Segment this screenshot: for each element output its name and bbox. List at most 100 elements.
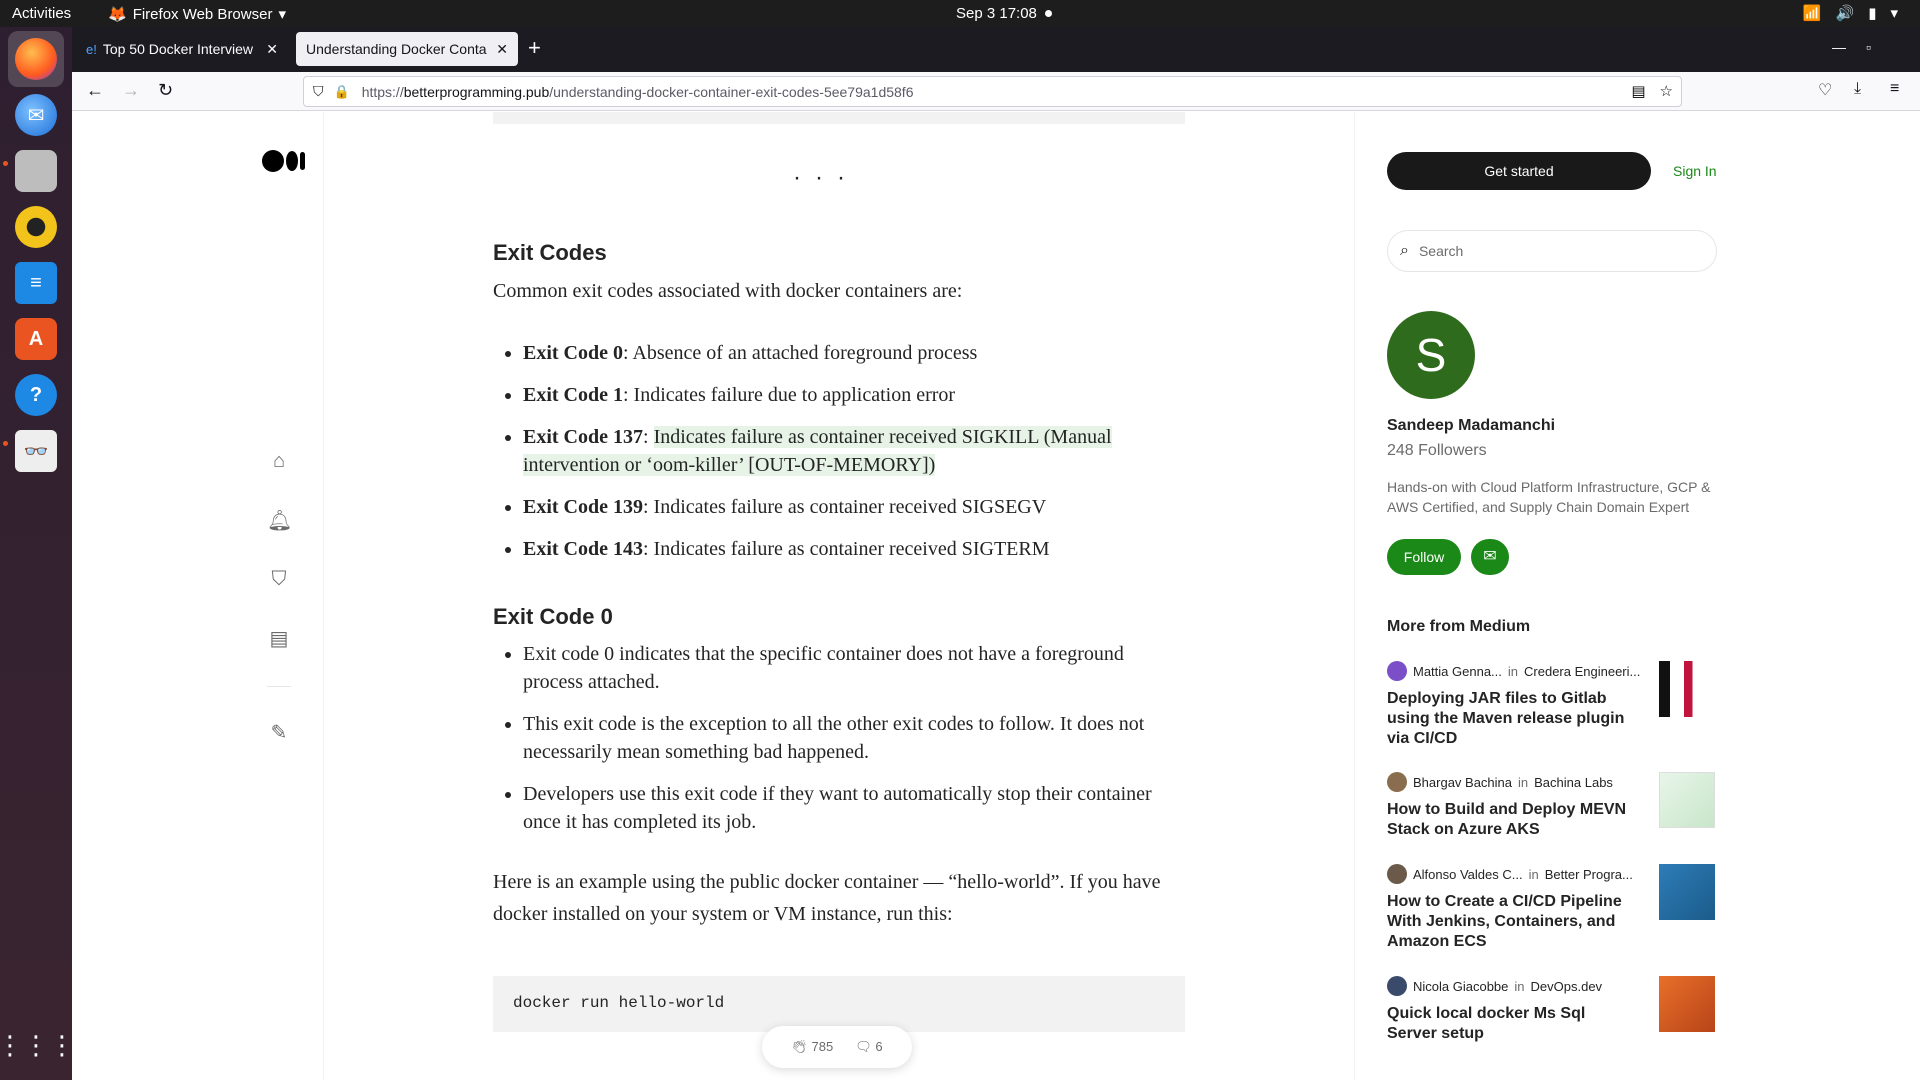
- follower-count[interactable]: 248 Followers: [1387, 442, 1487, 460]
- rec-publication[interactable]: DevOps.dev: [1531, 979, 1603, 994]
- clap-button[interactable]: 👏︎ 785: [791, 1039, 833, 1055]
- dock-software[interactable]: A: [8, 311, 64, 367]
- dock-rhythmbox[interactable]: [8, 199, 64, 255]
- write-icon[interactable]: ✎: [267, 720, 291, 744]
- notification-dot: [1044, 10, 1052, 17]
- recommended-story[interactable]: Alfonso Valdes C... in Better Progra... Ho…: [1387, 864, 1717, 952]
- wifi-icon: 📶: [1802, 5, 1822, 22]
- rec-title[interactable]: Deploying JAR files to Gitlab using the …: [1387, 689, 1637, 749]
- rec-author[interactable]: Alfonso Valdes C...: [1413, 867, 1523, 882]
- response-count: 6: [875, 1039, 883, 1054]
- system-tray[interactable]: 📶 🔊 ▮ ▾: [1803, 4, 1898, 22]
- forward-arrow-icon[interactable]: →: [122, 80, 140, 101]
- dock-firefox[interactable]: [8, 31, 64, 87]
- dock-document-viewer[interactable]: 👓: [8, 423, 64, 479]
- list-item: Exit Code 1: Indicates failure due to ap…: [523, 381, 1185, 409]
- new-tab-button[interactable]: +: [528, 35, 541, 61]
- app-menu[interactable]: 🦊 Firefox Web Browser ▾: [108, 5, 286, 24]
- code-separator: :: [643, 426, 654, 448]
- follow-button[interactable]: Follow: [1387, 539, 1461, 575]
- rec-thumbnail[interactable]: [1659, 976, 1715, 1032]
- rec-in: in: [1507, 663, 1519, 679]
- rec-author[interactable]: Mattia Genna...: [1413, 664, 1502, 679]
- tab-understanding-docker[interactable]: Understanding Docker Conta ✕: [296, 32, 518, 66]
- recommended-story[interactable]: Bhargav Bachina in Bachina Labs How to Bui…: [1387, 772, 1717, 840]
- dock-help[interactable]: ?: [8, 367, 64, 423]
- help-icon: ?: [15, 374, 57, 416]
- intro-paragraph: Common exit codes associated with docker…: [493, 280, 963, 302]
- document-viewer-icon: 👓: [15, 430, 57, 472]
- author-name[interactable]: Sandeep Madamanchi: [1387, 417, 1555, 435]
- code-label: Exit Code 137: [523, 426, 643, 448]
- rec-title[interactable]: Quick local docker Ms Sql Server setup: [1387, 1004, 1637, 1044]
- web-page: ⌂ 🔔︎ ⛉ ▤ ✎ ··· Exit Codes Common exit co…: [72, 112, 1920, 1080]
- author-avatar[interactable]: S: [1387, 311, 1475, 399]
- rec-author[interactable]: Bhargav Bachina: [1413, 775, 1512, 790]
- dock-writer[interactable]: ≡: [8, 255, 64, 311]
- heading-exit-codes: Exit Codes: [493, 240, 607, 265]
- recommended-story[interactable]: Mattia Genna... in Credera Engineeri... De…: [1387, 661, 1717, 749]
- rec-author[interactable]: Nicola Giacobbe: [1413, 979, 1508, 994]
- rec-thumbnail[interactable]: [1659, 772, 1715, 828]
- dock: ✉ ≡ A ? 👓 ⋮⋮⋮: [0, 27, 75, 1080]
- stories-icon[interactable]: ▤: [267, 626, 291, 650]
- lists-bookmark-icon[interactable]: ⛉: [267, 568, 291, 592]
- reload-icon[interactable]: ↻: [158, 80, 173, 101]
- home-icon[interactable]: ⌂: [267, 450, 291, 474]
- pocket-icon[interactable]: ♡: [1818, 80, 1832, 100]
- exit-codes-list: Exit Code 0: Absence of an attached fore…: [523, 339, 1185, 577]
- rec-title[interactable]: How to Create a CI/CD Pipeline With Jenk…: [1387, 892, 1637, 952]
- minimize-icon[interactable]: —: [1832, 39, 1846, 55]
- more-from-medium-heading: More from Medium: [1387, 618, 1531, 635]
- lock-icon[interactable]: 🔒: [334, 84, 350, 100]
- rec-title[interactable]: How to Build and Deploy MEVN Stack on Az…: [1387, 800, 1637, 840]
- grid-icon: ⋮⋮⋮: [0, 1029, 75, 1060]
- clap-count: 785: [811, 1039, 834, 1054]
- hamburger-menu-icon[interactable]: ≡: [1890, 80, 1899, 98]
- close-icon[interactable]: ✕: [496, 41, 508, 58]
- activities-button[interactable]: Activities: [12, 5, 71, 22]
- clock[interactable]: Sep 3 17:08: [956, 5, 1052, 22]
- rec-thumbnail[interactable]: [1659, 661, 1715, 717]
- list-item: Exit Code 0: Absence of an attached fore…: [523, 339, 1185, 367]
- search-input[interactable]: ⌕ Search: [1387, 230, 1717, 272]
- notifications-bell-icon[interactable]: 🔔︎: [267, 508, 292, 532]
- back-arrow-icon[interactable]: ←: [86, 80, 104, 101]
- tracking-shield-icon[interactable]: ⛉: [313, 83, 324, 100]
- code-description: : Indicates failure as container receive…: [643, 496, 1047, 518]
- comment-icon: 🗨︎: [855, 1039, 872, 1054]
- downloads-icon[interactable]: ⤓: [1854, 80, 1861, 98]
- show-apps-button[interactable]: ⋮⋮⋮: [0, 1017, 75, 1073]
- dock-thunderbird[interactable]: ✉: [8, 87, 64, 143]
- medium-logo[interactable]: [262, 150, 305, 172]
- sign-in-link[interactable]: Sign In: [1673, 163, 1717, 179]
- tab-docker-interview[interactable]: e! Top 50 Docker Interview ✕: [76, 32, 288, 66]
- subscribe-email-button[interactable]: ✉: [1471, 539, 1509, 575]
- search-icon: ⌕: [1400, 242, 1409, 259]
- get-started-button[interactable]: Get started: [1387, 152, 1651, 190]
- writer-icon: ≡: [15, 262, 57, 304]
- responses-button[interactable]: 🗨︎ 6: [855, 1039, 882, 1055]
- rec-in: in: [1528, 866, 1539, 882]
- close-icon[interactable]: ✕: [266, 41, 278, 58]
- code-label: Exit Code 1: [523, 384, 623, 406]
- firefox-icon: 🦊: [108, 6, 127, 23]
- clap-icon: 👏︎: [791, 1039, 808, 1054]
- restore-icon[interactable]: ▫: [1866, 39, 1871, 55]
- url-bar[interactable]: ⛉ 🔒 https://betterprogramming.pub/unders…: [303, 76, 1682, 107]
- rec-thumbnail[interactable]: [1659, 864, 1715, 920]
- bookmark-star-icon[interactable]: ☆: [1660, 82, 1673, 100]
- code-label: Exit Code 0: [523, 342, 623, 364]
- rec-publication[interactable]: Better Progra...: [1545, 867, 1633, 882]
- author-avatar: [1387, 661, 1407, 681]
- rec-publication[interactable]: Credera Engineeri...: [1524, 664, 1640, 679]
- exit-code-0-list: Exit code 0 indicates that the specific …: [523, 640, 1185, 850]
- reader-view-icon[interactable]: ▤: [1631, 82, 1645, 100]
- volume-icon: 🔊: [1835, 5, 1855, 22]
- rec-publication[interactable]: Bachina Labs: [1534, 775, 1613, 790]
- dock-files[interactable]: [8, 143, 64, 199]
- list-item: Exit Code 139: Indicates failure as cont…: [523, 493, 1185, 521]
- recommended-story[interactable]: Nicola Giacobbe in DevOps.dev Quick local …: [1387, 976, 1717, 1044]
- rec-in: in: [1518, 774, 1529, 790]
- url-path: /understanding-docker-container-exit-cod…: [549, 83, 914, 100]
